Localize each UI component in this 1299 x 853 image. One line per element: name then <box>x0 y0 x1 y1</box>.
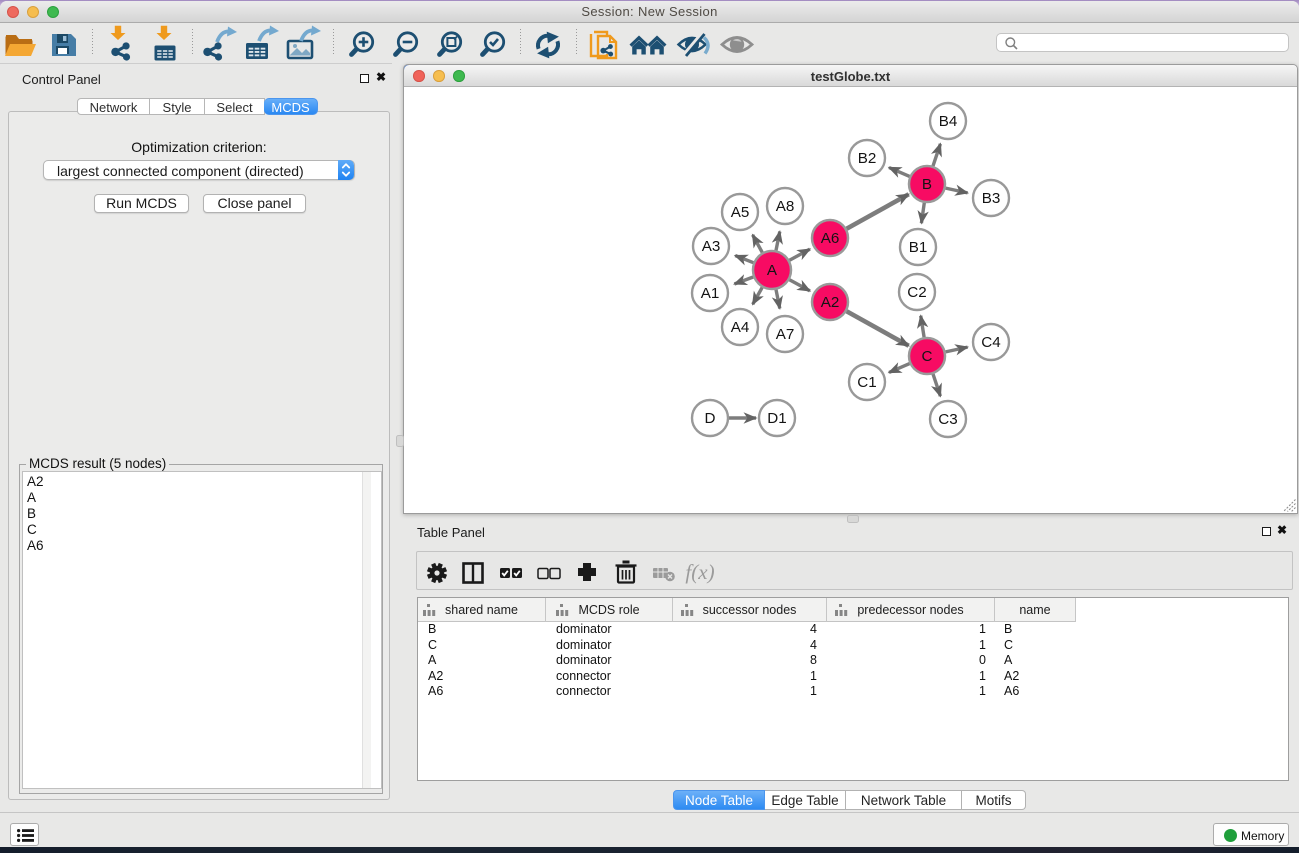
svg-text:C: C <box>922 348 933 365</box>
svg-text:A1: A1 <box>701 285 720 302</box>
svg-text:A3: A3 <box>702 238 721 255</box>
svg-text:B4: B4 <box>939 113 958 130</box>
svg-text:B: B <box>922 176 932 193</box>
svg-text:B1: B1 <box>909 239 928 256</box>
svg-text:A2: A2 <box>821 294 840 311</box>
svg-text:D: D <box>705 410 716 427</box>
svg-text:C3: C3 <box>938 411 957 428</box>
svg-text:f(x): f(x) <box>685 560 714 584</box>
svg-text:A6: A6 <box>821 230 840 247</box>
svg-text:A8: A8 <box>776 198 795 215</box>
svg-text:A7: A7 <box>776 326 795 343</box>
svg-text:C4: C4 <box>981 334 1000 351</box>
svg-text:A: A <box>767 262 778 279</box>
svg-text:C1: C1 <box>857 374 876 391</box>
svg-text:B3: B3 <box>982 190 1001 207</box>
svg-text:A5: A5 <box>731 204 750 221</box>
svg-text:B2: B2 <box>858 150 877 167</box>
svg-text:C2: C2 <box>907 284 926 301</box>
svg-text:A4: A4 <box>731 319 750 336</box>
svg-text:D1: D1 <box>767 410 786 427</box>
